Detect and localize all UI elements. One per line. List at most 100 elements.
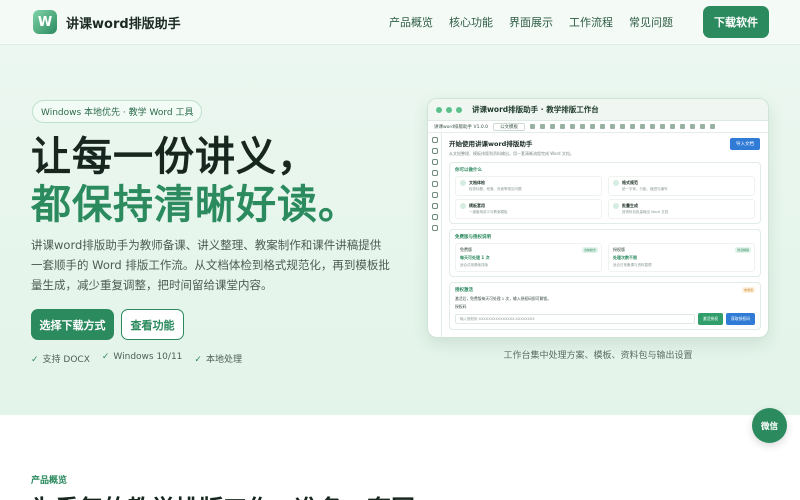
toolbar-icon (570, 124, 576, 129)
nav-link-screens[interactable]: 界面展示 (509, 14, 553, 30)
mockup-toolbar: 讲课word排版助手 V1.0.0 公文模板 (428, 121, 768, 133)
mockup-import-button: 导入文档 (730, 138, 760, 150)
nav-links: 产品概览 核心功能 界面展示 工作流程 常见问题 下载软件 (389, 6, 769, 38)
toolbar-icon (670, 124, 676, 129)
plans-card-title: 免费版与授权说明 (455, 235, 491, 240)
toolbar-icon (540, 124, 546, 129)
code-label: 授权码 (455, 304, 467, 309)
plan-free: 当前模式 免费版 每天可处理 1 次 适合试用基础排版 (455, 243, 602, 272)
toolbar-icon (650, 124, 656, 129)
toolbar-icon (590, 124, 596, 129)
feature-icon (460, 180, 466, 186)
nav-link-faq[interactable]: 常见问题 (629, 14, 673, 30)
mockup-window-title: 讲课word排版助手 · 教学排版工作台 (472, 105, 599, 114)
activate-button: 激活授权 (697, 313, 724, 325)
feature-item: 模板套用 一键套用讲义与教案模板 (455, 199, 602, 219)
toolbar-icon (630, 124, 636, 129)
sidebar-icon (431, 181, 438, 187)
hero-description: 讲课word排版助手为教师备课、讲义整理、教案制作和课件讲稿提供一套顺手的 Wo… (31, 238, 390, 292)
feature-icon (460, 203, 466, 209)
feature-item: 批量生成 按资料包批量输出 Word 文档 (608, 199, 755, 219)
sidebar-icon (431, 137, 438, 143)
sidebar-icon (431, 214, 438, 220)
feature-checks: ✓ 支持 DOCX ✓ Windows 10/11 ✓ 本地处理 (31, 352, 242, 365)
toolbar-icon (710, 124, 716, 129)
check-item: ✓ 本地处理 (194, 355, 242, 365)
mockup-activation-card: 授权激活 未激活 激活后，免费版每天可处理 1 次，输入授权码即可解锁。 授权码… (449, 282, 761, 330)
plan-tag: 激活解锁 (734, 247, 751, 253)
toolbar-icon (580, 124, 586, 129)
section-title: 为重复的教学排版工作，准备一套固 (31, 489, 415, 500)
brand-name: 讲课word排版助手 (66, 16, 181, 32)
window-dot-icon (456, 106, 462, 113)
features-grid: 文档体检 检查标题、段落、页面等常见问题 格式规范 统一字体、行距、缩进与编号 模板… (455, 176, 755, 219)
wechat-float-button[interactable]: 微信 (752, 408, 787, 443)
toolbar-icon (680, 124, 686, 129)
mockup-plans-card: 免费版与授权说明 当前模式 免费版 每天可处理 1 次 适合试用基础排版 激活解… (449, 229, 761, 277)
toolbar-icon (560, 124, 566, 129)
check-icon: ✓ (31, 355, 39, 365)
toolbar-icon (700, 124, 706, 129)
nav-link-workflow[interactable]: 工作流程 (569, 14, 613, 30)
toolbar-icon (690, 124, 696, 129)
get-code-button: 获取授权码 (726, 313, 755, 325)
mockup-titlebar: 讲课word排版助手 · 教学排版工作台 (428, 99, 768, 121)
platform-pill: Windows 本地优先 · 教学 Word 工具 (32, 100, 203, 123)
license-code-input: 输入授权码 XXXXXXXXXXXXXXX-XXXXXXXX (455, 314, 695, 324)
plan-licensed: 激活解锁 授权版 处理次数不限 适合日常备课与资料整理 (608, 243, 755, 272)
window-dot-icon (446, 106, 452, 113)
view-features-button[interactable]: 查看功能 (121, 309, 184, 340)
hero-section: Windows 本地优先 · 教学 Word 工具 让每一份讲义， 都保持清晰好… (0, 45, 800, 415)
feature-icon (613, 180, 619, 186)
app-logo-icon: W (33, 10, 57, 34)
mockup-subtitle: 从文档整理、模板排版到资料输出，用一套清晰流程完成 Word 文档。 (449, 151, 574, 156)
top-navbar: W 讲课word排版助手 产品概览 核心功能 界面展示 工作流程 常见问题 下载… (0, 0, 800, 45)
activation-note: 激活后，免费版每天可处理 1 次，输入授权码即可解锁。 (455, 296, 551, 301)
app-screenshot-mockup: 讲课word排版助手 · 教学排版工作台 讲课word排版助手 V1.0.0 公… (427, 98, 769, 338)
activation-status-badge: 未激活 (741, 287, 755, 293)
sidebar-icon (431, 159, 438, 165)
section-label: 产品概览 (31, 476, 68, 486)
plans-row: 当前模式 免费版 每天可处理 1 次 适合试用基础排版 激活解锁 授权版 处理次… (455, 243, 755, 272)
nav-link-features[interactable]: 核心功能 (449, 14, 493, 30)
check-item: ✓ 支持 DOCX (31, 355, 90, 365)
toolbar-icon (530, 124, 536, 129)
toolbar-icon (550, 124, 556, 129)
mockup-heading: 开始使用讲课word排版助手 (449, 140, 533, 148)
mockup-caption: 工作台集中处理方案、模板、资料包与输出设置 (503, 351, 693, 361)
activation-input-row: 输入授权码 XXXXXXXXXXXXXXX-XXXXXXXX 激活授权 获取授权… (455, 313, 755, 325)
feature-icon (613, 203, 619, 209)
mockup-sidebar (428, 133, 442, 337)
check-icon: ✓ (101, 352, 110, 362)
mockup-body: 开始使用讲课word排版助手 从文档整理、模板排版到资料输出，用一套清晰流程完成… (428, 133, 768, 337)
check-icon: ✓ (194, 355, 202, 365)
feature-item: 文档体检 检查标题、段落、页面等常见问题 (455, 176, 602, 196)
window-dot-icon (436, 106, 442, 113)
activation-card-title: 授权激活 (455, 288, 473, 293)
toolbar-icon (660, 124, 666, 129)
choose-download-button[interactable]: 选择下载方式 (31, 309, 114, 340)
hero-headline: 让每一份讲义， 都保持清晰好读。 (31, 133, 359, 229)
headline-line-2: 都保持清晰好读。 (31, 182, 359, 228)
mockup-main: 开始使用讲课word排版助手 从文档整理、模板排版到资料输出，用一套清晰流程完成… (442, 133, 768, 337)
feature-item: 格式规范 统一字体、行距、缩进与编号 (608, 176, 755, 196)
sidebar-icon (431, 148, 438, 154)
sidebar-icon (431, 170, 438, 176)
mockup-app-label: 讲课word排版助手 V1.0.0 (434, 124, 489, 130)
features-card-title: 你可以做什么 (455, 168, 482, 173)
toolbar-icon (610, 124, 616, 129)
toolbar-icon (600, 124, 606, 129)
headline-line-1: 让每一份讲义， (31, 134, 318, 180)
plan-tag: 当前模式 (581, 247, 598, 253)
nav-link-overview[interactable]: 产品概览 (389, 14, 433, 30)
mockup-template-select: 公文模板 (493, 122, 526, 131)
sidebar-icon (431, 225, 438, 231)
toolbar-icon (620, 124, 626, 129)
sidebar-icon (431, 192, 438, 198)
toolbar-icon (640, 124, 646, 129)
download-software-button[interactable]: 下载软件 (703, 6, 769, 38)
brand[interactable]: W 讲课word排版助手 (33, 10, 181, 34)
sidebar-icon (431, 203, 438, 209)
mockup-features-card: 你可以做什么 文档体检 检查标题、段落、页面等常见问题 格式规范 统一字体、行距、缩… (449, 162, 761, 224)
check-item: ✓ Windows 10/11 (101, 352, 183, 362)
